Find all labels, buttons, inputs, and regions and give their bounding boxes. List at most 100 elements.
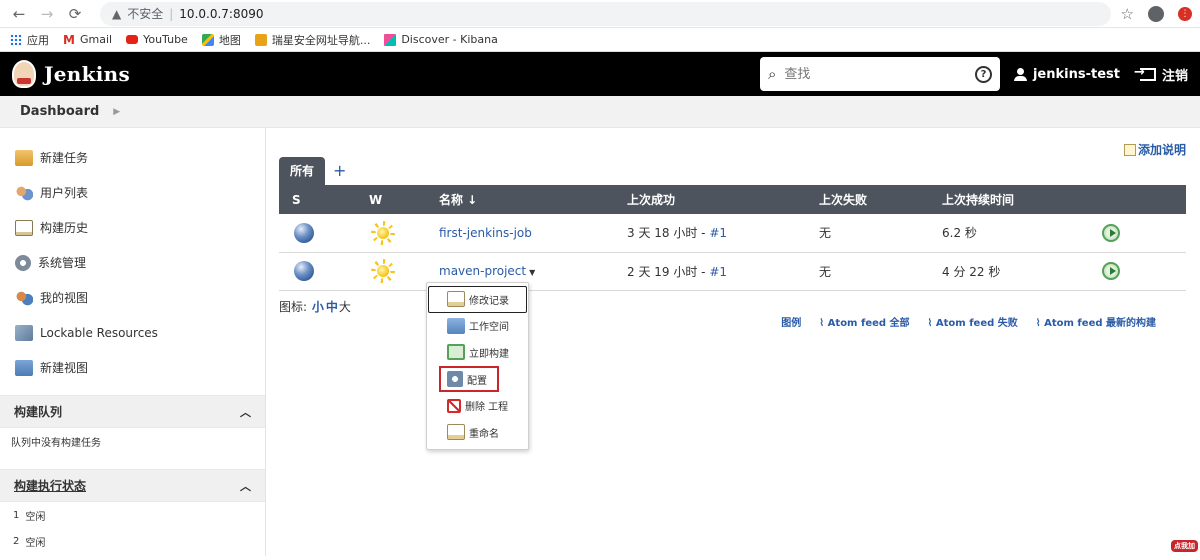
executor-status-header[interactable]: 构建执行状态 ︿ [0,469,265,502]
weather-sunny-icon[interactable] [371,221,395,245]
bookmark-maps[interactable]: 地图 [201,32,241,48]
profile-avatar-icon[interactable] [1148,5,1164,22]
breadcrumb: Dashboard ▶ [0,96,1200,128]
edit-description-icon [1123,143,1136,156]
my-views-icon [15,289,33,306]
add-tab-button[interactable]: + [325,157,354,185]
build-queue-header[interactable]: 构建队列 ︿ [0,395,265,428]
tab-all[interactable]: 所有 [279,157,326,185]
youtube-icon [126,35,139,44]
feed-all-link[interactable]: ⌇ Atom feed 全部 [819,314,909,329]
sidebar-item-build-history[interactable]: 构建历史 [0,210,265,245]
bookmark-star-icon[interactable]: ☆ [1121,5,1134,23]
rising-icon [254,33,267,46]
feed-latest-link[interactable]: ⌇ Atom feed 最新的构建 [1036,314,1156,329]
gear-icon [15,254,31,271]
executor-status-title[interactable]: 构建执行状态 [14,477,86,494]
configure-icon [447,371,463,388]
bookmark-apps[interactable]: 应用 [10,32,49,48]
build-now-icon [447,344,465,361]
schedule-build-icon[interactable] [1102,262,1120,280]
sidebar-item-new-item[interactable]: 新建任务 [0,140,265,175]
rename-icon [447,424,465,441]
menu-item-configure[interactable]: 配置 [439,365,499,393]
build-queue-title: 构建队列 [14,405,63,419]
logout-link[interactable]: 注销 [1134,65,1188,84]
security-label: 不安全 [127,7,164,21]
gmail-icon: M [63,32,75,47]
status-blue-ball-icon[interactable] [294,222,314,243]
reload-icon[interactable]: ⟳ [64,5,86,23]
logout-label: 注销 [1161,68,1188,84]
chevron-up-icon[interactable]: ︿ [240,404,251,420]
build-queue-empty: 队列中没有构建任务 [11,438,101,449]
menu-item-build-now[interactable]: 立即构建 [427,339,528,366]
icon-size-small[interactable]: 小 [312,300,324,314]
sidebar-item-new-view[interactable]: 新建视图 [0,350,265,385]
menu-item-changes[interactable]: 修改记录 [428,286,527,313]
col-header-last-failure[interactable]: 上次失败 [819,185,942,214]
bookmark-kibana[interactable]: Discover - Kibana [384,33,498,46]
workspace-icon [447,317,465,334]
sidebar: 新建任务 用户列表 构建历史 系统管理 我的视图 Lockable Resour… [0,128,266,556]
sidebar-item-my-views[interactable]: 我的视图 [0,280,265,315]
job-link[interactable]: first-jenkins-job [439,226,532,240]
build-history-icon [15,219,33,236]
status-blue-ball-icon[interactable] [294,261,314,281]
schedule-build-icon[interactable] [1102,223,1120,242]
sidebar-item-manage[interactable]: 系统管理 [0,245,265,280]
update-icon[interactable]: ⋮ [1178,6,1192,21]
menu-item-rename[interactable]: 重命名 [427,419,528,446]
table-row: first-jenkins-job 3 天 18 小时 - #1 无 6.2 秒 [279,214,1186,253]
maps-icon [201,33,214,46]
jenkins-title[interactable]: Jenkins [44,62,130,86]
back-icon[interactable]: ← [8,5,30,23]
chevron-down-icon[interactable]: ▼ [529,268,535,277]
delete-icon [447,398,461,413]
weather-sunny-icon[interactable] [371,259,395,283]
feed-failed-link[interactable]: ⌇ Atom feed 失败 [928,314,1018,329]
bookmark-gmail[interactable]: M Gmail [63,33,112,46]
sidebar-item-users[interactable]: 用户列表 [0,175,265,210]
search-icon: ⌕ [767,65,777,83]
executor-row: 1 空闲 [13,509,46,523]
bookmark-rising[interactable]: 瑞星安全网址导航... [254,32,370,48]
icon-size-medium[interactable]: 中 [326,300,338,314]
browser-toolbar: ← → ⟳ ▲ 不安全 | 10.0.0.7:8090 ☆ ⋮ [0,0,1200,28]
corner-badge[interactable]: 点我加 [1171,540,1198,552]
icon-size-label: 图标: [279,299,308,314]
logout-icon [1134,65,1156,81]
add-description-link[interactable]: 添加说明 [1123,141,1186,158]
menu-item-delete[interactable]: 删除 工程 [427,392,528,419]
breadcrumb-dashboard[interactable]: Dashboard [20,104,99,119]
col-header-last-duration[interactable]: 上次持续时间 [942,185,1102,214]
col-header-weather[interactable]: W [369,185,439,214]
user-icon [1013,67,1027,81]
rss-icon: ⌇ [927,317,936,329]
feed-links: 图例 ⌇ Atom feed 全部 ⌇ Atom feed 失败 ⌇ Atom … [781,314,1156,329]
rss-icon: ⌇ [1035,317,1045,329]
search-input[interactable] [784,66,975,82]
bookmark-youtube[interactable]: YouTube [126,33,188,46]
warning-icon: ▲ [112,6,122,21]
col-header-last-success[interactable]: 上次成功 [627,185,819,214]
legend-link[interactable]: 图例 [781,314,801,329]
menu-item-workspace[interactable]: 工作空间 [427,313,528,340]
folder-icon [15,359,33,376]
build-link[interactable]: #1 [709,265,727,279]
sidebar-item-lockable-resources[interactable]: Lockable Resources [0,315,265,350]
help-icon[interactable]: ? [974,65,992,83]
job-link[interactable]: maven-project [439,264,526,278]
last-failure-text: 无 [819,252,942,291]
build-link[interactable]: #1 [709,226,727,240]
col-header-status[interactable]: S [279,185,369,214]
col-header-name[interactable]: 名称 ↓ [439,185,627,214]
user-link[interactable]: jenkins-test [1013,67,1120,82]
jenkins-logo-icon[interactable] [12,60,36,88]
url-text[interactable]: 10.0.0.7:8090 [179,7,263,21]
address-bar[interactable]: ▲ 不安全 | 10.0.0.7:8090 [100,1,1111,26]
forward-icon[interactable]: → [36,5,58,23]
breadcrumb-caret-icon[interactable]: ▶ [113,107,120,117]
icon-size-selector: 图标: 小中大 [279,298,351,329]
chevron-up-icon[interactable]: ︿ [240,478,251,494]
